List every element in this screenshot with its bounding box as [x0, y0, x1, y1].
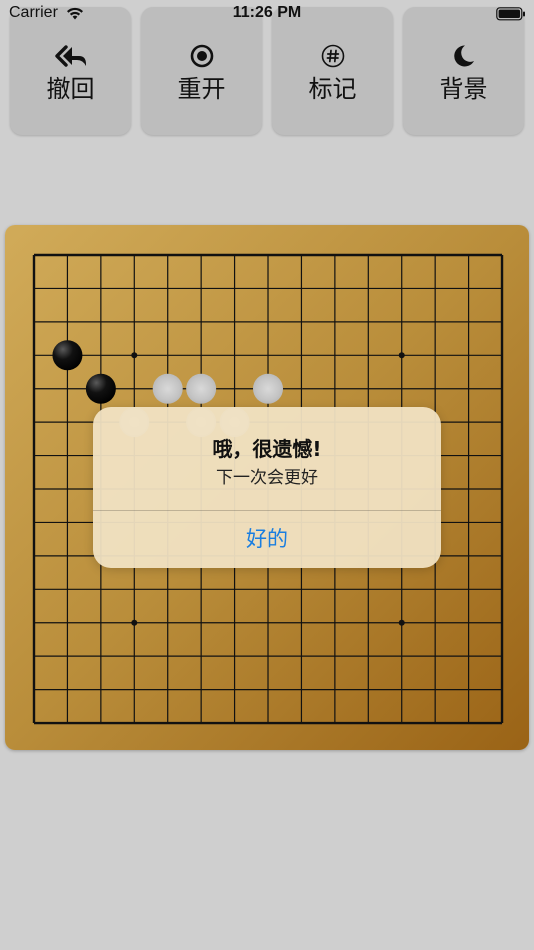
- alert-ok-button[interactable]: 好的: [93, 511, 441, 568]
- faded-stone: [186, 373, 217, 404]
- faded-stone: [152, 373, 183, 404]
- clock: 11:26 PM: [232, 4, 302, 21]
- background-label: 背景: [439, 75, 488, 103]
- star-point: [131, 352, 138, 359]
- black-stone: [52, 340, 83, 371]
- target-icon: [141, 43, 262, 69]
- game-over-alert: 哦，很遗憾! 下一次会更好 好的: [93, 407, 441, 568]
- restart-label: 重开: [177, 75, 226, 103]
- alert-message: 下一次会更好: [216, 468, 318, 488]
- faded-stone: [253, 373, 284, 404]
- battery-full-icon: [496, 6, 526, 25]
- game-screen: Carrier 11:26 PM 撤回 重开 标记 背景 哦，很遗憾! 下一次会…: [0, 0, 534, 950]
- hash-icon: [272, 43, 393, 69]
- star-point: [131, 619, 138, 626]
- undo-label: 撤回: [46, 75, 95, 103]
- black-stone: [85, 373, 116, 404]
- star-point: [398, 352, 405, 359]
- mark-label: 标记: [308, 75, 357, 103]
- moon-icon: [403, 43, 524, 69]
- status-bar: Carrier 11:26 PM: [0, 0, 534, 28]
- alert-title: 哦，很遗憾!: [212, 437, 322, 461]
- star-point: [398, 619, 405, 626]
- undo-icon: [10, 43, 131, 69]
